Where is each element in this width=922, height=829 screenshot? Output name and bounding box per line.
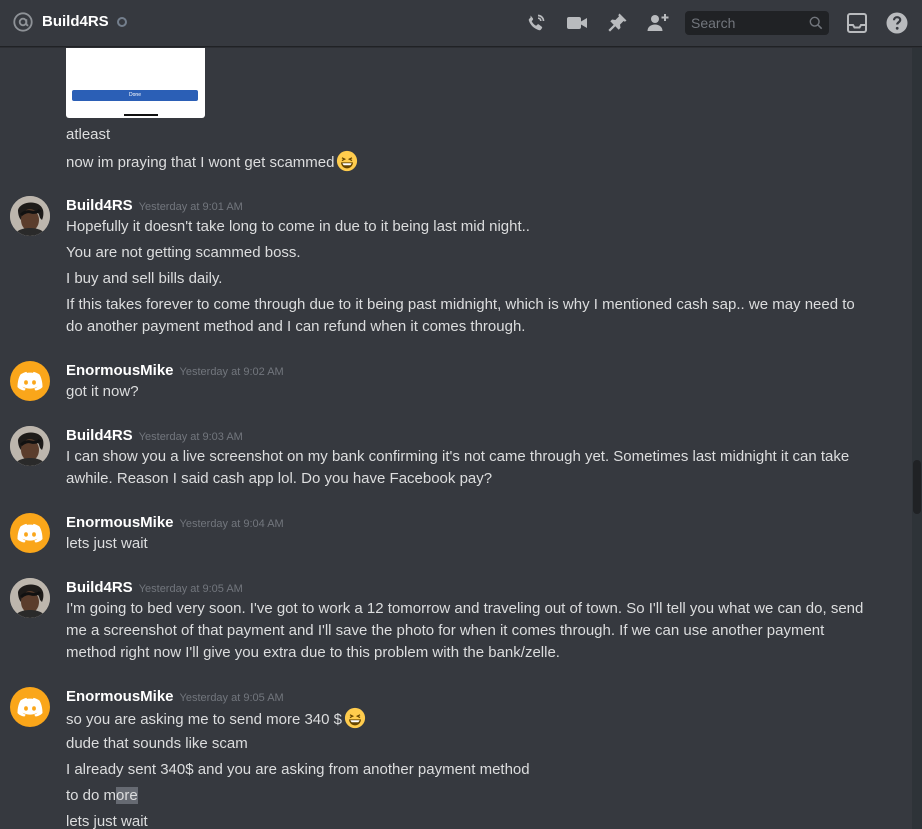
message-timestamp: Yesterday at 9:02 AM: [179, 366, 284, 378]
message-timestamp: Yesterday at 9:04 AM: [179, 518, 284, 530]
attachment-done-button: Done: [72, 90, 198, 101]
message-text: dude that sounds like scam: [66, 735, 248, 752]
help-icon[interactable]: [885, 11, 909, 35]
selected-text: ore: [116, 787, 138, 804]
message-timestamp: Yesterday at 9:05 AM: [138, 583, 243, 595]
grinning-squinting-face-icon: [344, 707, 366, 729]
message-text: now im praying that I wont get scammed: [66, 150, 358, 174]
message-text: Hopefully it doesn't take long to come i…: [66, 218, 530, 235]
author-name[interactable]: Build4RS: [66, 427, 133, 444]
user-avatar-photo-icon: [10, 426, 50, 466]
avatar[interactable]: [10, 578, 50, 618]
message-text: I'm going to bed very soon. I've got to …: [66, 600, 864, 661]
message-text: so you are asking me to send more 340 $: [66, 707, 366, 731]
message-text: You are not getting scammed boss.: [66, 244, 301, 261]
message-text: I already sent 340$ and you are asking f…: [66, 761, 530, 778]
status-offline-icon: [117, 17, 127, 27]
discord-logo-icon: [17, 697, 43, 717]
message-author[interactable]: Build4RS Yesterday at 9:05 AM: [66, 579, 243, 596]
message-text: If this takes forever to come through du…: [66, 296, 855, 335]
message-text-content: to do m: [66, 787, 117, 804]
user-avatar-photo-icon: [10, 196, 50, 236]
channel-header: Build4RS: [0, 0, 922, 47]
message-text: got it now?: [66, 383, 139, 400]
avatar[interactable]: [10, 687, 50, 727]
author-name[interactable]: EnormousMike: [66, 514, 174, 531]
avatar[interactable]: [10, 196, 50, 236]
author-name[interactable]: Build4RS: [66, 197, 133, 214]
channel-name: Build4RS: [42, 13, 109, 30]
avatar[interactable]: [10, 426, 50, 466]
message-timestamp: Yesterday at 9:05 AM: [179, 692, 284, 704]
attachment-home-bar: [124, 114, 158, 116]
inbox-icon[interactable]: [845, 11, 869, 35]
scrollbar-track[interactable]: [912, 48, 922, 829]
discord-logo-icon: [17, 523, 43, 543]
at-sign-icon: [13, 12, 33, 32]
message-text: I buy and sell bills daily.: [66, 270, 223, 287]
message-text: atleast: [66, 126, 111, 143]
voice-call-icon[interactable]: [524, 11, 548, 35]
message-author[interactable]: Build4RS Yesterday at 9:03 AM: [66, 427, 243, 444]
avatar[interactable]: [10, 513, 50, 553]
message-author[interactable]: EnormousMike Yesterday at 9:05 AM: [66, 688, 284, 705]
message-text: to do more: [66, 785, 138, 807]
author-name[interactable]: EnormousMike: [66, 362, 174, 379]
author-name[interactable]: Build4RS: [66, 579, 133, 596]
message-author[interactable]: Build4RS Yesterday at 9:01 AM: [66, 197, 243, 214]
message-author[interactable]: EnormousMike Yesterday at 9:04 AM: [66, 514, 284, 531]
pin-icon[interactable]: [605, 11, 629, 35]
message-text: lets just wait: [66, 813, 148, 829]
message-text-content: so you are asking me to send more 340 $: [66, 711, 342, 728]
scrollbar-thumb[interactable]: [913, 460, 921, 514]
message-list: Done atleast now im praying that I wont …: [0, 48, 912, 829]
message-text-content: now im praying that I wont get scammed: [66, 154, 335, 171]
grinning-squinting-face-icon: [337, 150, 358, 172]
message-text: I can show you a live screenshot on my b…: [66, 448, 850, 487]
user-avatar-photo-icon: [10, 578, 50, 618]
avatar[interactable]: [10, 361, 50, 401]
discord-logo-icon: [17, 371, 43, 391]
search-input[interactable]: [685, 11, 795, 35]
add-friend-icon[interactable]: [646, 11, 670, 35]
video-call-icon[interactable]: [565, 11, 589, 35]
search-box[interactable]: [685, 11, 829, 35]
message-timestamp: Yesterday at 9:03 AM: [138, 431, 243, 443]
search-icon: [809, 16, 823, 30]
message-author[interactable]: EnormousMike Yesterday at 9:02 AM: [66, 362, 284, 379]
author-name[interactable]: EnormousMike: [66, 688, 174, 705]
message-timestamp: Yesterday at 9:01 AM: [138, 201, 243, 213]
message-text: lets just wait: [66, 535, 148, 552]
image-attachment[interactable]: Done: [66, 48, 205, 118]
